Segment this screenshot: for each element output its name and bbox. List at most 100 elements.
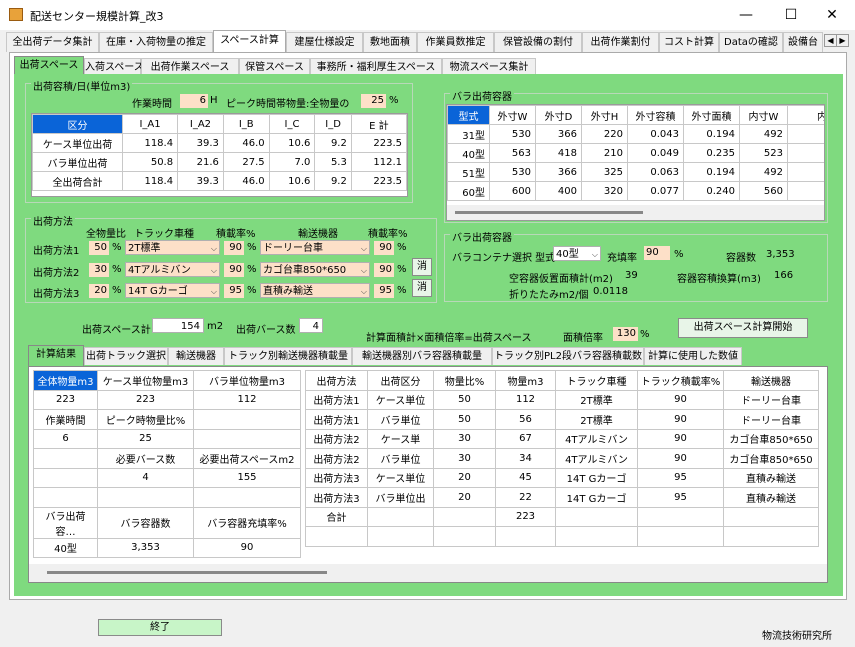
result-scroll-thumb[interactable] — [47, 571, 327, 574]
result-right-cell — [367, 526, 434, 547]
load2-input[interactable]: 95 — [374, 284, 394, 298]
tab-transport-equip[interactable]: 輸送機器 — [168, 347, 224, 365]
tab-truck-load[interactable]: トラック別輸送機器積載量 — [224, 347, 352, 365]
tab-pl2-count[interactable]: トラック別PL2段バラ容器積載数 — [492, 347, 644, 365]
work-time-input[interactable]: 6 — [180, 94, 208, 108]
tab-stock-estimate[interactable]: 在庫・入荷物量の推定 — [99, 32, 213, 52]
pct-label: % — [247, 242, 257, 253]
result-right-cell: 90 — [637, 448, 724, 469]
tab-truck-select[interactable]: 出荷トラック選択 — [84, 347, 168, 365]
method-ratio-input[interactable]: 20 — [89, 284, 109, 298]
daily-header-cell[interactable]: Ⅰ_C — [268, 114, 316, 134]
maximize-button[interactable]: ☐ — [771, 3, 811, 27]
tab-all-shipment[interactable]: 全出荷データ集計 — [6, 32, 99, 52]
tab-space-calc[interactable]: スペース計算 — [213, 30, 286, 53]
result-right-cell: 2T標準 — [555, 409, 638, 430]
tab-equipment[interactable]: 設備台 — [783, 32, 823, 52]
result-right-row[interactable]: 合計 223 — [305, 506, 819, 527]
result-left-row[interactable]: 必要バース数 必要出荷スペースm2 — [33, 448, 301, 469]
bara-header-cell[interactable]: 外寸面積 — [683, 105, 740, 125]
bara-row[interactable]: 60型6004003200.0770.2405603 — [447, 181, 824, 201]
method-label: 出荷方法3 — [33, 289, 80, 300]
truck-select[interactable]: 14T Gカーゴ ⌵ — [125, 283, 220, 298]
container-type-select[interactable]: 40型 ⌵ — [553, 246, 601, 261]
truck-select[interactable]: 4Tアルミバン ⌵ — [125, 262, 220, 277]
minimize-button[interactable]: — — [726, 3, 766, 27]
tab-equip-container-load[interactable]: 輸送機器別バラ容器積載量 — [352, 347, 492, 365]
daily-volume-grid: 区分 Ⅰ_A1 Ⅰ_A2 Ⅰ_B Ⅰ_C Ⅰ_D E 計 ケース単位出荷 118… — [31, 113, 408, 197]
result-right-cell: 34 — [495, 448, 556, 469]
equip-select[interactable]: 直積み輸送 ⌵ — [260, 283, 370, 298]
truck-select[interactable]: 2T標準 ⌵ — [125, 240, 220, 255]
load-input[interactable]: 90 — [224, 263, 244, 277]
tab-worker-estimate[interactable]: 作業員数推定 — [417, 32, 494, 52]
bara-row[interactable]: 40型5634182100.0490.2355233 — [447, 143, 824, 163]
daily-header-cell[interactable]: Ⅰ_A1 — [121, 114, 179, 134]
daily-header-cell[interactable]: E 計 — [350, 114, 408, 134]
daily-header-cell[interactable]: Ⅰ_B — [222, 114, 270, 134]
tab-calc-result[interactable]: 計算結果 — [28, 345, 84, 366]
load-input[interactable]: 90 — [224, 241, 244, 255]
tab-data-check[interactable]: Dataの確認 — [719, 32, 783, 52]
area-multiplier-input[interactable]: 130 — [613, 327, 638, 341]
bara-header-cell[interactable]: 外寸W — [489, 105, 536, 125]
tab-building-spec[interactable]: 建屋仕様設定 — [286, 32, 363, 52]
load2-input[interactable]: 90 — [374, 263, 394, 277]
tab-shipping-work[interactable]: 出荷作業割付 — [582, 32, 659, 52]
result-left-row[interactable]: バラ出荷容… バラ容器数 バラ容器充填率% — [33, 506, 301, 539]
result-right-header-row[interactable]: 出荷方法 出荷区分 物量比% 物量m3 トラック車種 トラック積載率% 輸送機器 — [305, 370, 819, 391]
result-right-cell: 直積み輸送 — [723, 487, 819, 508]
result-right-row[interactable]: 出荷方法1 ケース単位 50 112 2T標準 90 ドーリー台車 — [305, 389, 819, 410]
tab-site-area[interactable]: 敷地面積 — [363, 32, 417, 52]
bara-row[interactable]: 31型5303662200.0430.1944923 — [447, 124, 824, 144]
equip-select[interactable]: ドーリー台車 ⌵ — [260, 240, 370, 255]
method-ratio-input[interactable]: 50 — [89, 241, 109, 255]
result-right-row[interactable]: 出荷方法3 バラ単位出 20 22 14T Gカーゴ 95 直積み輸送 — [305, 487, 819, 508]
daily-row[interactable]: 全出荷合計 118.4 39.3 46.0 10.6 9.2 223.5 — [32, 171, 408, 191]
peak-input[interactable]: 25 — [361, 94, 386, 108]
result-left-row[interactable] — [33, 487, 301, 508]
bara-header-cell[interactable]: 外寸H — [581, 105, 628, 125]
bara-scroll-thumb[interactable] — [455, 211, 643, 214]
result-left-row[interactable]: 全体物量m3 ケース単位物量m3 バラ単位物量m3 — [33, 370, 301, 391]
daily-row[interactable]: バラ単位出荷 50.8 21.6 27.5 7.0 5.3 112.1 — [32, 152, 408, 172]
bara-header-cell[interactable]: 型式 — [447, 105, 490, 125]
delete-method3-button[interactable]: 消 — [412, 279, 432, 297]
bara-header-cell[interactable]: 内寸 — [787, 105, 824, 125]
result-right-row[interactable]: 出荷方法3 ケース単位 20 45 14T Gカーゴ 95 直積み輸送 — [305, 467, 819, 488]
result-left-row[interactable]: 223 223 112 — [33, 389, 301, 410]
method-ratio-input[interactable]: 30 — [89, 263, 109, 277]
start-calc-button[interactable]: 出荷スペース計算開始 — [678, 318, 808, 338]
daily-header-cell[interactable]: Ⅰ_D — [314, 114, 352, 134]
pct-label: % — [112, 285, 122, 296]
result-hscrollbar[interactable] — [29, 564, 827, 582]
result-right-row[interactable]: 出荷方法1 バラ単位 50 56 2T標準 90 ドーリー台車 — [305, 409, 819, 430]
result-right-row[interactable] — [305, 526, 819, 547]
exit-button[interactable]: 終了 — [98, 619, 222, 636]
load-input[interactable]: 95 — [224, 284, 244, 298]
result-left-row[interactable]: 4 155 — [33, 467, 301, 488]
daily-header-cell[interactable]: 区分 — [32, 114, 123, 134]
tab-storage-equipment[interactable]: 保管設備の割付 — [494, 32, 582, 52]
result-right-row[interactable]: 出荷方法2 バラ単位 30 34 4Tアルミバン 90 カゴ台車850*650 — [305, 448, 819, 469]
bara-row[interactable]: 51型5303663250.0630.1944923 — [447, 162, 824, 182]
empty-area-value: 39 — [625, 270, 638, 281]
result-left-row[interactable]: 40型 3,353 90 — [33, 537, 301, 558]
result-right-row[interactable]: 出荷方法2 ケース単 30 67 4Tアルミバン 90 カゴ台車850*650 — [305, 428, 819, 449]
bara-header-cell[interactable]: 外寸容積 — [627, 105, 684, 125]
tab-scroll-right-icon[interactable]: ▶ — [836, 34, 849, 47]
bara-header-cell[interactable]: 外寸D — [535, 105, 582, 125]
tab-cost-calc[interactable]: コスト計算 — [659, 32, 719, 52]
delete-method2-button[interactable]: 消 — [412, 258, 432, 276]
tab-used-values[interactable]: 計算に使用した数値 — [644, 347, 742, 365]
bara-header-cell[interactable]: 内寸W — [739, 105, 788, 125]
fill-rate-input[interactable]: 90 — [644, 246, 670, 260]
daily-row[interactable]: ケース単位出荷 118.4 39.3 46.0 10.6 9.2 223.5 — [32, 133, 408, 153]
daily-header-cell[interactable]: Ⅰ_A2 — [177, 114, 224, 134]
close-button[interactable]: ✕ — [812, 3, 852, 27]
load2-input[interactable]: 90 — [374, 241, 394, 255]
result-left-row[interactable]: 6 25 — [33, 428, 301, 449]
equip-select[interactable]: カゴ台車850*650 ⌵ — [260, 262, 370, 277]
bara-hscrollbar[interactable] — [447, 205, 824, 220]
result-left-row[interactable]: 作業時間 ピーク時物量比% — [33, 409, 301, 430]
